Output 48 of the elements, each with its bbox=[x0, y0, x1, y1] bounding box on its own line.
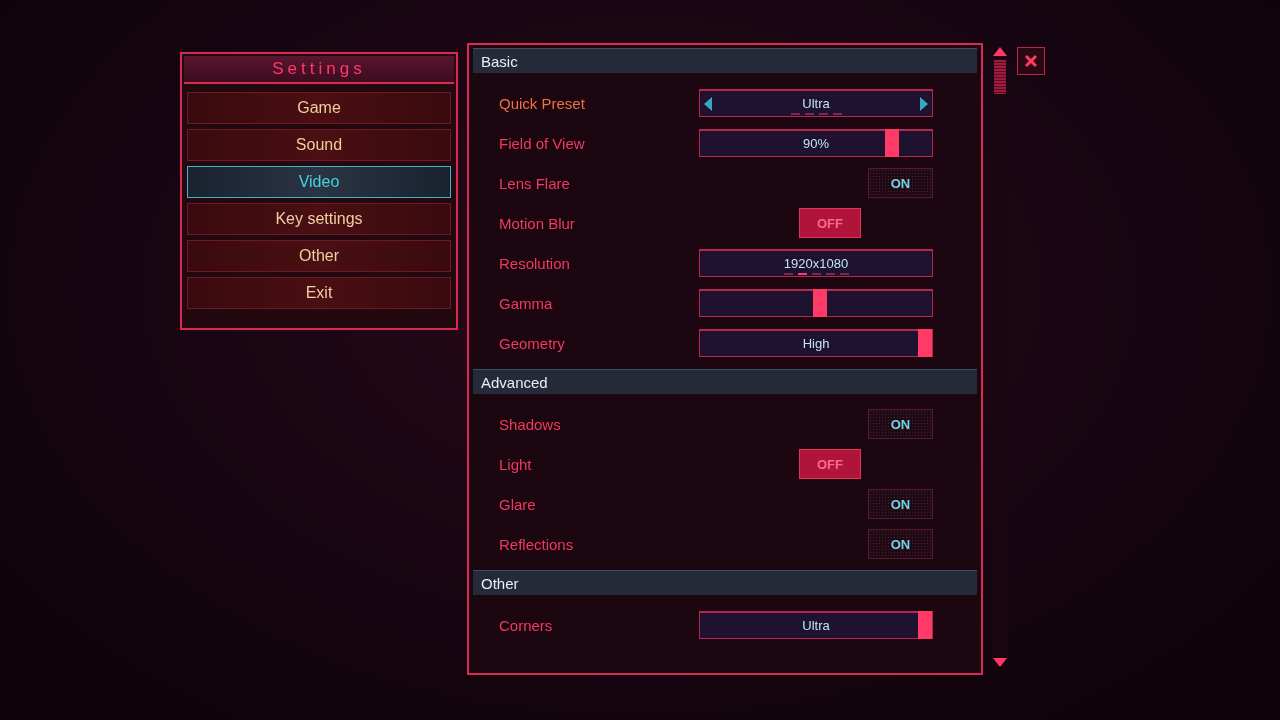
slider-thumb[interactable] bbox=[885, 129, 900, 157]
section-header: Advanced bbox=[473, 369, 977, 394]
slider-thumb[interactable] bbox=[813, 289, 828, 317]
setting-label: Glare bbox=[498, 495, 537, 513]
setting-label: Motion Blur bbox=[498, 214, 576, 232]
setting-label: Gamma bbox=[498, 294, 554, 312]
menu-item[interactable]: Key settings bbox=[187, 203, 451, 235]
slider-thumb[interactable] bbox=[918, 611, 932, 639]
menu-item[interactable]: Other bbox=[187, 240, 451, 272]
section-header: Other bbox=[473, 570, 977, 595]
menu-title: Settings bbox=[184, 56, 454, 84]
scroll-up-icon[interactable] bbox=[993, 47, 1007, 56]
slider-track[interactable]: 90% bbox=[699, 129, 933, 157]
setting-label: Light bbox=[498, 455, 533, 473]
slider-track[interactable] bbox=[699, 289, 933, 317]
setting-label: Lens Flare bbox=[498, 174, 571, 192]
scroll-down-icon[interactable] bbox=[993, 658, 1007, 667]
setting-label: Shadows bbox=[498, 415, 562, 433]
field-value: 1920x1080 bbox=[783, 256, 849, 271]
selector-value: Ultra bbox=[802, 96, 830, 111]
scroll-thumb[interactable] bbox=[994, 60, 1006, 94]
setting-label: Reflections bbox=[498, 535, 575, 553]
preset-selector[interactable]: Ultra bbox=[699, 89, 933, 117]
toggle-button[interactable]: ON bbox=[868, 409, 933, 439]
setting-label: Corners bbox=[498, 616, 554, 634]
section-header: Basic bbox=[473, 48, 977, 73]
menu-item[interactable]: Sound bbox=[187, 129, 451, 161]
slider-value: 90% bbox=[803, 136, 829, 151]
setting-label: Geometry bbox=[498, 334, 566, 352]
setting-label: Resolution bbox=[498, 254, 571, 272]
toggle-button[interactable]: ON bbox=[868, 489, 933, 519]
slider-thumb[interactable] bbox=[918, 329, 932, 357]
slider-track[interactable]: Ultra bbox=[699, 611, 933, 639]
slider-value: High bbox=[802, 336, 830, 351]
left-arrow-icon[interactable] bbox=[704, 96, 712, 111]
close-icon bbox=[1024, 54, 1038, 68]
setting-label: Field of View bbox=[498, 134, 586, 152]
toggle-button[interactable]: ON bbox=[868, 168, 933, 198]
menu-item[interactable]: Exit bbox=[187, 277, 451, 309]
slider-value: Ultra bbox=[802, 618, 830, 633]
menu-item[interactable]: Game bbox=[187, 92, 451, 124]
toggle-button[interactable]: ON bbox=[868, 529, 933, 559]
menu-item[interactable]: Video bbox=[187, 166, 451, 198]
setting-label: Quick Preset bbox=[498, 94, 586, 112]
right-arrow-icon[interactable] bbox=[920, 96, 928, 111]
slider-track[interactable]: High bbox=[699, 329, 933, 357]
resolution-field[interactable]: 1920x1080 bbox=[699, 249, 933, 277]
close-button[interactable] bbox=[1017, 47, 1045, 75]
